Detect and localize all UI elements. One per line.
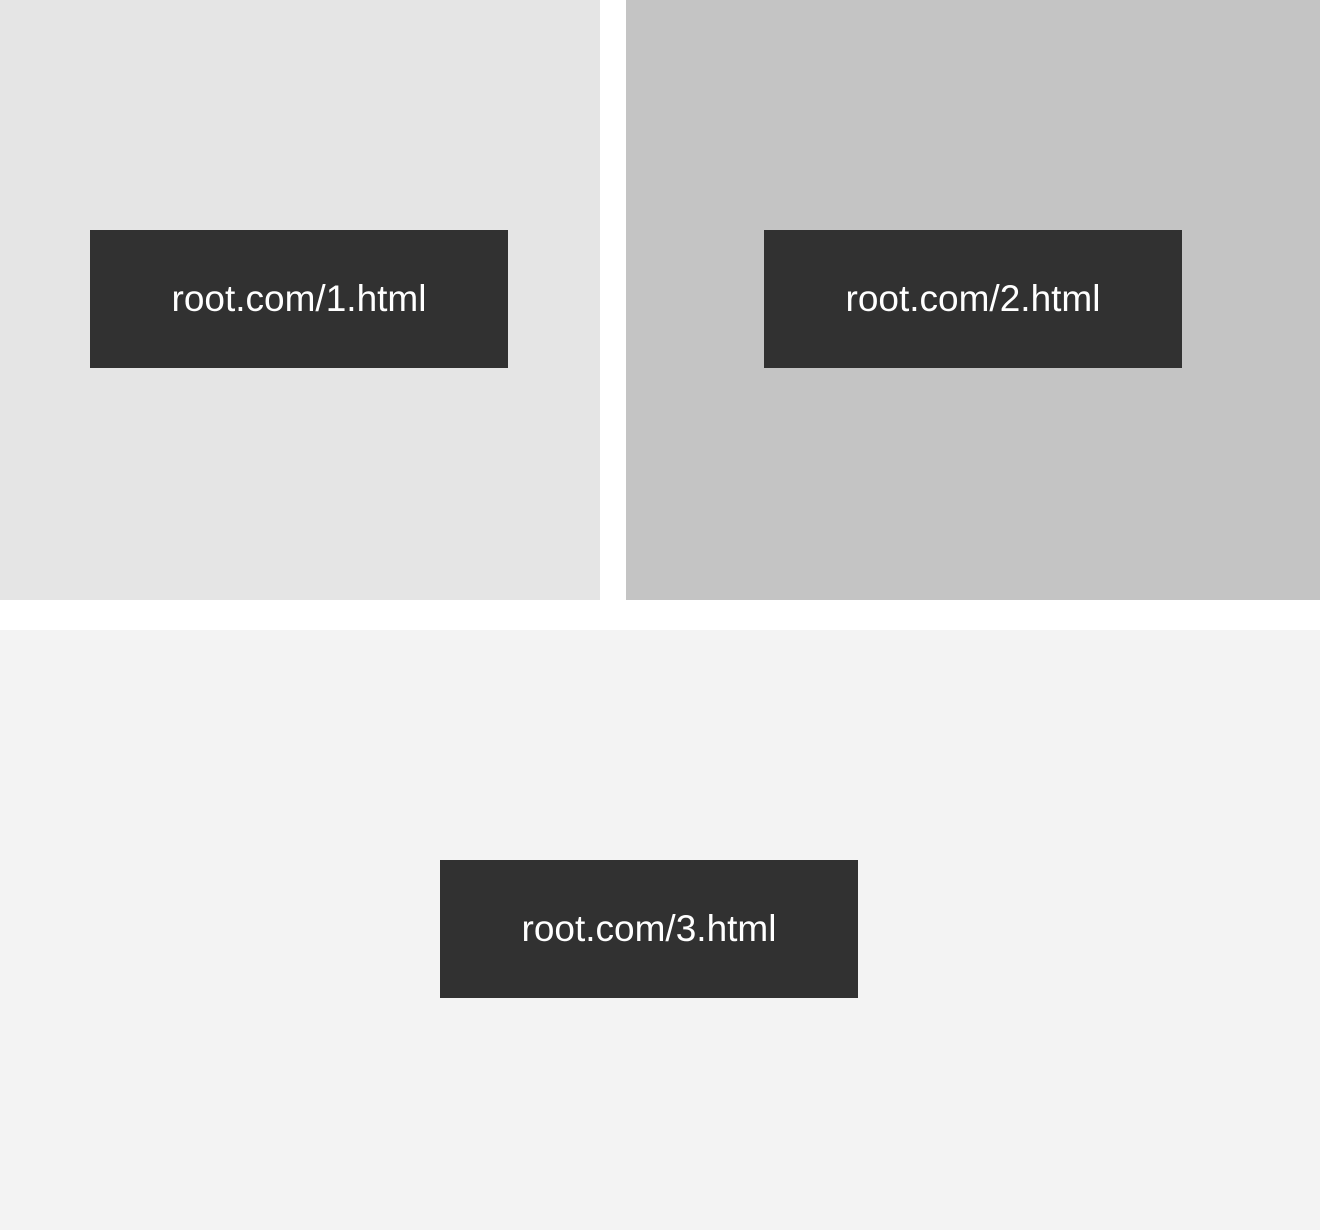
page-panel-2: root.com/2.html bbox=[626, 0, 1320, 600]
url-label-box-2: root.com/2.html bbox=[764, 230, 1182, 368]
url-label-3: root.com/3.html bbox=[521, 908, 777, 949]
url-label-box-3: root.com/3.html bbox=[440, 860, 858, 998]
page-canvas: root.com/1.html root.com/2.html root.com… bbox=[0, 0, 1320, 1230]
url-label-1: root.com/1.html bbox=[171, 278, 427, 319]
url-label-box-1: root.com/1.html bbox=[90, 230, 508, 368]
page-panel-3: root.com/3.html bbox=[0, 630, 1320, 1230]
page-panel-1: root.com/1.html bbox=[0, 0, 600, 600]
url-label-2: root.com/2.html bbox=[845, 278, 1101, 319]
